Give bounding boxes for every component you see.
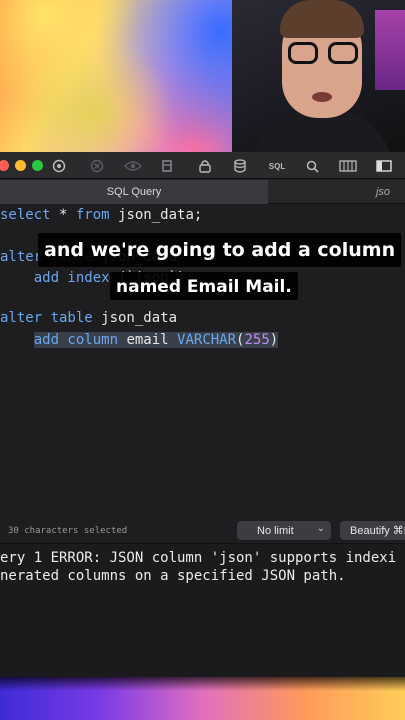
code-line: add column email VARCHAR(255) (0, 330, 279, 350)
webcam-overlay (232, 0, 405, 152)
minimize-window-button[interactable] (15, 159, 26, 171)
code-token: * (50, 207, 76, 223)
code-token: select (0, 207, 51, 223)
code-token: json_data (92, 310, 178, 326)
code-token: json_data; (109, 207, 203, 223)
sql-icon[interactable]: SQL (266, 157, 288, 175)
wallpaper-gradient (0, 0, 232, 152)
error-message-line: ery 1 ERROR: JSON column 'json' supports… (0, 550, 397, 566)
glasses-lens-right (328, 42, 358, 64)
presenter-glasses (288, 42, 358, 64)
query-output: ery 1 ERROR: JSON column 'json' supports… (0, 544, 405, 677)
code-text: alter table json_data (0, 310, 177, 326)
selection-count: 30 characters selected (8, 526, 128, 536)
bottom-wallpaper-gradient (0, 677, 405, 720)
code-token: ) (269, 332, 279, 348)
eye-icon[interactable] (122, 157, 144, 175)
sql-client-window: SQL SQL Query jso select * from json_dat… (0, 152, 405, 677)
code-token: email (118, 332, 178, 348)
columns-icon[interactable] (338, 157, 358, 175)
subtitle-line-2: named Email Mail. (110, 272, 298, 300)
code-token: add column (33, 332, 119, 348)
limit-select-value: No limit (257, 524, 294, 537)
selected-text: add column email VARCHAR(255) (33, 332, 279, 348)
chevron-down-icon: ⌄ (316, 523, 325, 534)
tab-sql-query[interactable]: SQL Query (0, 180, 268, 204)
zoom-window-button[interactable] (32, 159, 43, 171)
search-icon[interactable] (303, 157, 321, 175)
editor-status-bar: 30 characters selected No limit ⌄ Beauti… (0, 516, 405, 544)
glasses-lens-left (288, 42, 318, 64)
window-controls (0, 159, 43, 171)
sql-label: SQL (268, 161, 286, 171)
beautify-button[interactable]: Beautify ⌘B (340, 521, 405, 540)
limit-select[interactable]: No limit ⌄ (237, 521, 331, 540)
code-token: 255 (244, 332, 270, 348)
code-line: select * from json_data; (0, 205, 202, 225)
close-window-button[interactable] (0, 159, 9, 171)
code-token: from (75, 207, 110, 223)
history-icon[interactable] (158, 157, 176, 175)
code-line: alter table json_data (0, 308, 177, 328)
code-token: VARCHAR (177, 332, 237, 348)
code-text: select * from json_data; (0, 207, 202, 223)
lock-icon[interactable] (196, 157, 214, 175)
toolbar: SQL (0, 152, 405, 179)
background-light (375, 10, 405, 90)
subtitle-line-1: and we're going to add a column (38, 233, 402, 267)
tab-json[interactable]: jso (270, 180, 405, 204)
database-icon[interactable] (231, 157, 249, 175)
presenter-mouth (312, 92, 332, 102)
code-text: add column email VARCHAR(255) (0, 332, 279, 348)
sidebar-toggle-icon[interactable] (374, 157, 394, 175)
connection-icon[interactable] (50, 157, 68, 175)
code-token: alter table (0, 310, 93, 326)
error-message-line: nerated columns on a specified JSON path… (0, 568, 346, 584)
presenter-hair (280, 0, 364, 38)
stop-icon[interactable] (88, 157, 106, 175)
tab-bar: SQL Query jso (0, 180, 405, 204)
code-token: add index (0, 270, 110, 286)
